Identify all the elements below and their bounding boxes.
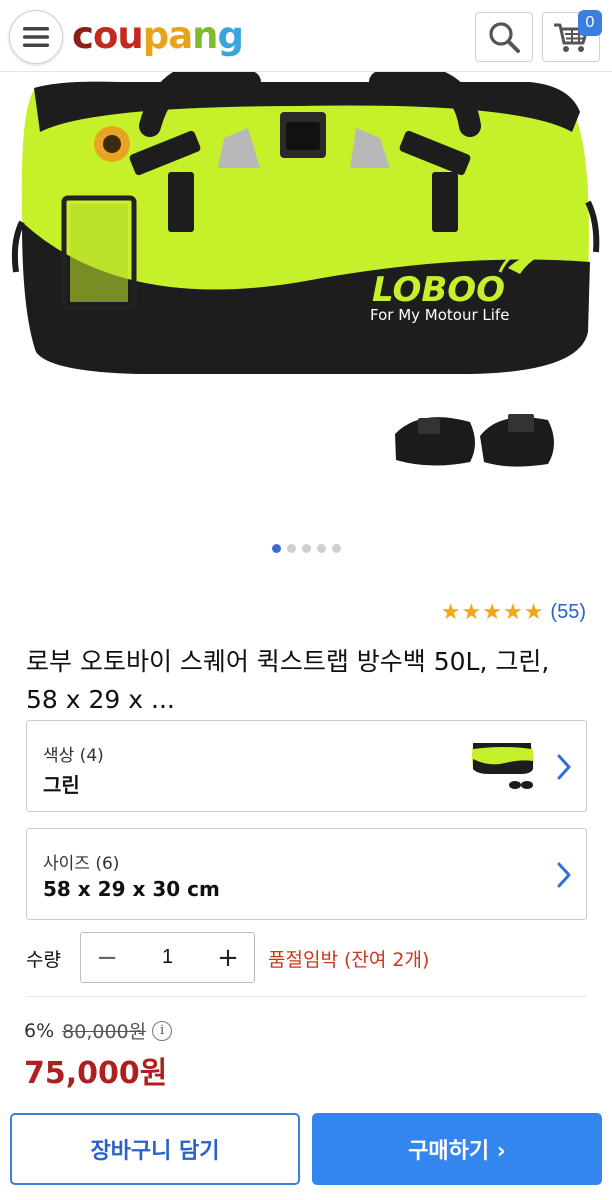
divider [26,996,587,997]
carousel-dot[interactable] [271,544,281,553]
increase-quantity-button[interactable]: + [202,933,254,982]
carousel-dot[interactable] [286,544,296,553]
color-option-thumbnail [472,743,534,789]
logo-letter: u [117,14,143,57]
top-header: coupang 0 [0,0,612,72]
color-option-selector[interactable]: 색상 (4) 그린 [26,720,587,812]
product-slogan-text: For My Motour Life [370,306,509,324]
original-price: 80,000원 [62,1021,147,1043]
carousel-pagination [0,544,612,553]
product-rating[interactable]: ★★★★★ (55) [441,600,586,625]
quantity-stepper: − 1 + [80,932,255,983]
cart-count-badge: 0 [578,10,602,36]
star-icon: ★ [523,600,545,625]
search-icon [489,22,520,53]
star-icon: ★ [440,600,462,625]
rating-stars: ★★★★★ [441,600,545,625]
sale-price: 75,000원 [24,1056,168,1091]
color-option-value: 그린 [43,773,80,797]
color-option-label: 색상 (4) [43,746,104,766]
chevron-right-icon [557,754,571,780]
buy-now-button[interactable]: 구매하기 › [312,1113,602,1185]
carousel-dot[interactable] [331,544,341,553]
size-option-selector[interactable]: 사이즈 (6) 58 x 29 x 30 cm [26,828,587,920]
quantity-value[interactable]: 1 [133,946,202,969]
cart-button[interactable]: 0 [542,10,602,62]
discount-line: 6% 80,000원 i [24,1017,173,1044]
logo-letter: c [72,14,94,57]
hamburger-menu-icon [23,27,49,47]
star-icon: ★ [461,600,483,625]
product-brand-text: LOBOO [372,270,505,310]
coupang-logo[interactable]: coupang [72,14,244,58]
logo-letter: p [142,14,169,57]
low-stock-warning: 품절임박 (잔여 2개) [268,949,430,971]
star-icon: ★ [482,600,503,625]
size-option-value: 58 x 29 x 30 cm [43,877,220,901]
logo-letter: o [92,14,118,57]
quantity-label: 수량 [26,949,61,971]
logo-letter: n [192,14,218,57]
size-option-label: 사이즈 (6) [43,854,120,874]
carousel-dot[interactable] [316,544,326,553]
add-to-cart-button[interactable]: 장바구니 담기 [10,1113,300,1185]
carousel-dot[interactable] [301,544,311,553]
discount-rate: 6% [24,1019,55,1042]
star-icon: ★ [502,600,524,625]
search-button[interactable] [475,12,533,62]
chevron-right-icon [557,862,571,888]
menu-button[interactable] [9,10,63,64]
product-image-carousel[interactable]: LOBOO For My Motour Life [0,62,612,522]
decrease-quantity-button[interactable]: − [81,933,133,982]
product-photo: LOBOO For My Motour Life [11,62,600,467]
info-icon[interactable]: i [152,1020,173,1041]
logo-letter: g [217,14,244,57]
rating-count: (55) [550,601,586,623]
logo-letter: a [168,14,193,57]
product-title: 로부 오토바이 스퀘어 퀵스트랩 방수백 50L, 그린, 58 x 29 x … [26,647,550,714]
